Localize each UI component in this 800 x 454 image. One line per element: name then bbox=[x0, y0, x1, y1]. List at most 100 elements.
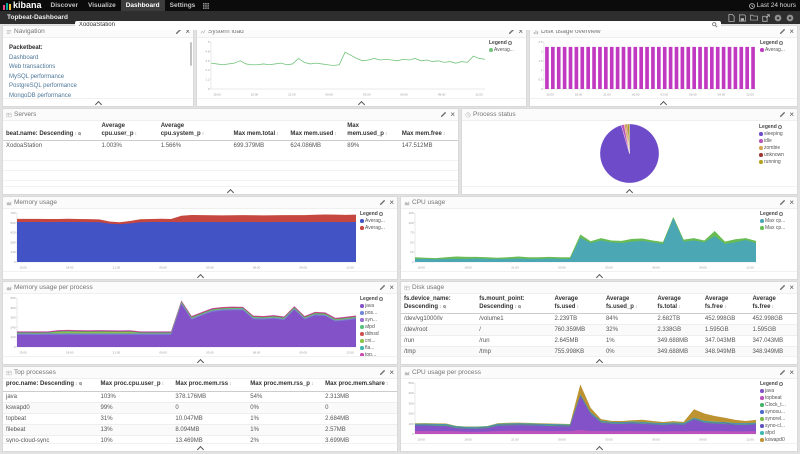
nav-item-discover[interactable]: Discover bbox=[46, 0, 83, 11]
bar[interactable] bbox=[692, 47, 696, 89]
new-dashboard-icon[interactable] bbox=[728, 14, 735, 22]
close-icon[interactable]: × bbox=[789, 370, 794, 376]
bar[interactable] bbox=[745, 47, 749, 89]
sort-icon[interactable]: ↕ bbox=[771, 304, 774, 310]
close-icon[interactable]: × bbox=[789, 29, 794, 35]
column-header[interactable]: proc.name: Descending↕ bbox=[3, 379, 98, 391]
bar[interactable] bbox=[545, 47, 549, 89]
bar[interactable] bbox=[622, 47, 626, 89]
sort-icon[interactable]: ↕ bbox=[385, 131, 388, 137]
sort-icon[interactable]: ↕ bbox=[439, 304, 442, 310]
legend-item[interactable]: java bbox=[360, 303, 395, 309]
bar[interactable] bbox=[710, 47, 714, 89]
column-header[interactable]: Average fs.total↕ bbox=[654, 294, 702, 314]
legend-item[interactable]: running bbox=[759, 159, 794, 165]
close-icon[interactable]: × bbox=[789, 112, 794, 118]
nav-item-settings[interactable]: Settings bbox=[165, 0, 201, 11]
kibana-logo[interactable]: kibana bbox=[3, 1, 42, 10]
legend-item[interactable]: syn... bbox=[360, 317, 395, 323]
legend-item[interactable]: afpd bbox=[360, 324, 395, 330]
legend-item[interactable]: Max cp... bbox=[760, 225, 795, 231]
column-header[interactable]: fs.mount_point: Descending↕ bbox=[476, 294, 551, 314]
bar[interactable] bbox=[663, 47, 667, 89]
legend-item[interactable]: synorel... bbox=[760, 416, 795, 422]
column-header[interactable]: fs.device_name: Descending↕ bbox=[401, 294, 476, 314]
bar[interactable] bbox=[616, 47, 620, 89]
sort-icon[interactable]: ↕ bbox=[202, 131, 205, 137]
edit-icon[interactable] bbox=[440, 111, 447, 118]
legend-item[interactable]: Max cp... bbox=[760, 218, 795, 224]
sort-icon[interactable]: ↕ bbox=[229, 381, 232, 387]
collapse-caret-icon[interactable] bbox=[94, 101, 101, 108]
dashboard-title-tab[interactable]: Topbeat-Dashboard bbox=[0, 14, 75, 21]
legend-item[interactable]: topbeat bbox=[760, 395, 795, 401]
edit-icon[interactable] bbox=[779, 28, 786, 35]
column-header[interactable]: Average cpu.user_p↕ bbox=[99, 121, 158, 141]
filter-circle-icon[interactable] bbox=[774, 14, 782, 22]
bar[interactable] bbox=[551, 47, 555, 89]
legend-item[interactable]: kswapd0 bbox=[760, 437, 795, 443]
legend-item[interactable]: zombie bbox=[759, 145, 794, 151]
sort-icon[interactable]: ↕ bbox=[135, 131, 138, 137]
bar[interactable] bbox=[633, 47, 637, 89]
bar[interactable] bbox=[698, 47, 702, 89]
load-dashboard-icon[interactable] bbox=[750, 14, 758, 21]
bar[interactable] bbox=[645, 47, 649, 89]
edit-icon[interactable] bbox=[779, 284, 786, 291]
close-icon[interactable]: × bbox=[789, 200, 794, 206]
bar[interactable] bbox=[669, 47, 673, 89]
column-header[interactable]: Max mem.total↕ bbox=[230, 121, 287, 141]
sort-icon[interactable]: ↕ bbox=[635, 304, 638, 310]
bar[interactable] bbox=[686, 47, 690, 89]
sort-icon[interactable]: ↕ bbox=[162, 381, 165, 387]
sort-icon[interactable]: ↕ bbox=[386, 381, 389, 387]
legend-settings-icon[interactable] bbox=[778, 125, 782, 129]
nav-link[interactable]: MySQL performance bbox=[9, 73, 187, 83]
time-filter[interactable]: Last 24 hours bbox=[749, 2, 800, 9]
sort-icon[interactable]: ↕ bbox=[443, 131, 446, 137]
nav-link[interactable]: MongoDB performance bbox=[9, 92, 187, 98]
bar[interactable] bbox=[592, 47, 596, 89]
collapse-caret-icon[interactable] bbox=[358, 101, 365, 108]
sort-icon[interactable]: ↕ bbox=[724, 304, 727, 310]
bar[interactable] bbox=[575, 47, 579, 89]
edit-icon[interactable] bbox=[779, 369, 786, 376]
legend-item[interactable]: top... bbox=[360, 352, 395, 356]
collapse-caret-icon[interactable] bbox=[196, 359, 203, 366]
column-header[interactable]: Max mem.used_p↕ bbox=[344, 121, 399, 141]
nav-item-visualize[interactable]: Visualize bbox=[83, 0, 121, 11]
column-header[interactable]: Average cpu.system_p↕ bbox=[158, 121, 231, 141]
column-header[interactable]: Average fs.used_p↕ bbox=[603, 294, 654, 314]
bar[interactable] bbox=[651, 47, 655, 89]
edit-icon[interactable] bbox=[779, 199, 786, 206]
bar[interactable] bbox=[722, 47, 726, 89]
column-header[interactable]: Max mem.used↕ bbox=[287, 121, 344, 141]
sort-icon[interactable]: ↕ bbox=[334, 131, 337, 137]
bar[interactable] bbox=[598, 47, 602, 89]
bar[interactable] bbox=[610, 47, 614, 89]
legend-item[interactable]: Averag... bbox=[360, 225, 395, 231]
legend-item[interactable]: pos... bbox=[360, 310, 395, 316]
bar[interactable] bbox=[580, 47, 584, 89]
legend-item[interactable]: Averag... bbox=[489, 47, 524, 53]
column-search-icon[interactable] bbox=[518, 305, 521, 308]
sort-icon[interactable]: ↕ bbox=[74, 131, 77, 137]
legend-settings-icon[interactable] bbox=[379, 297, 383, 301]
collapse-caret-icon[interactable] bbox=[626, 189, 633, 196]
column-search-icon[interactable] bbox=[79, 382, 82, 385]
close-icon[interactable]: × bbox=[389, 200, 394, 206]
search-icon[interactable] bbox=[712, 15, 718, 33]
nav-link[interactable]: Web transactions bbox=[9, 63, 187, 73]
legend-settings-icon[interactable] bbox=[379, 212, 383, 216]
edit-icon[interactable] bbox=[779, 111, 786, 118]
bar[interactable] bbox=[586, 47, 590, 89]
nav-item-dashboard[interactable]: Dashboard bbox=[121, 0, 165, 11]
column-header[interactable]: Max proc.cpu.user_p↕ bbox=[98, 379, 173, 391]
bar[interactable] bbox=[628, 47, 632, 89]
bar[interactable] bbox=[639, 47, 643, 89]
collapse-caret-icon[interactable] bbox=[196, 446, 203, 453]
bar[interactable] bbox=[563, 47, 567, 89]
bar[interactable] bbox=[734, 47, 738, 89]
column-search-icon[interactable] bbox=[443, 305, 446, 308]
close-icon[interactable]: × bbox=[789, 285, 794, 291]
